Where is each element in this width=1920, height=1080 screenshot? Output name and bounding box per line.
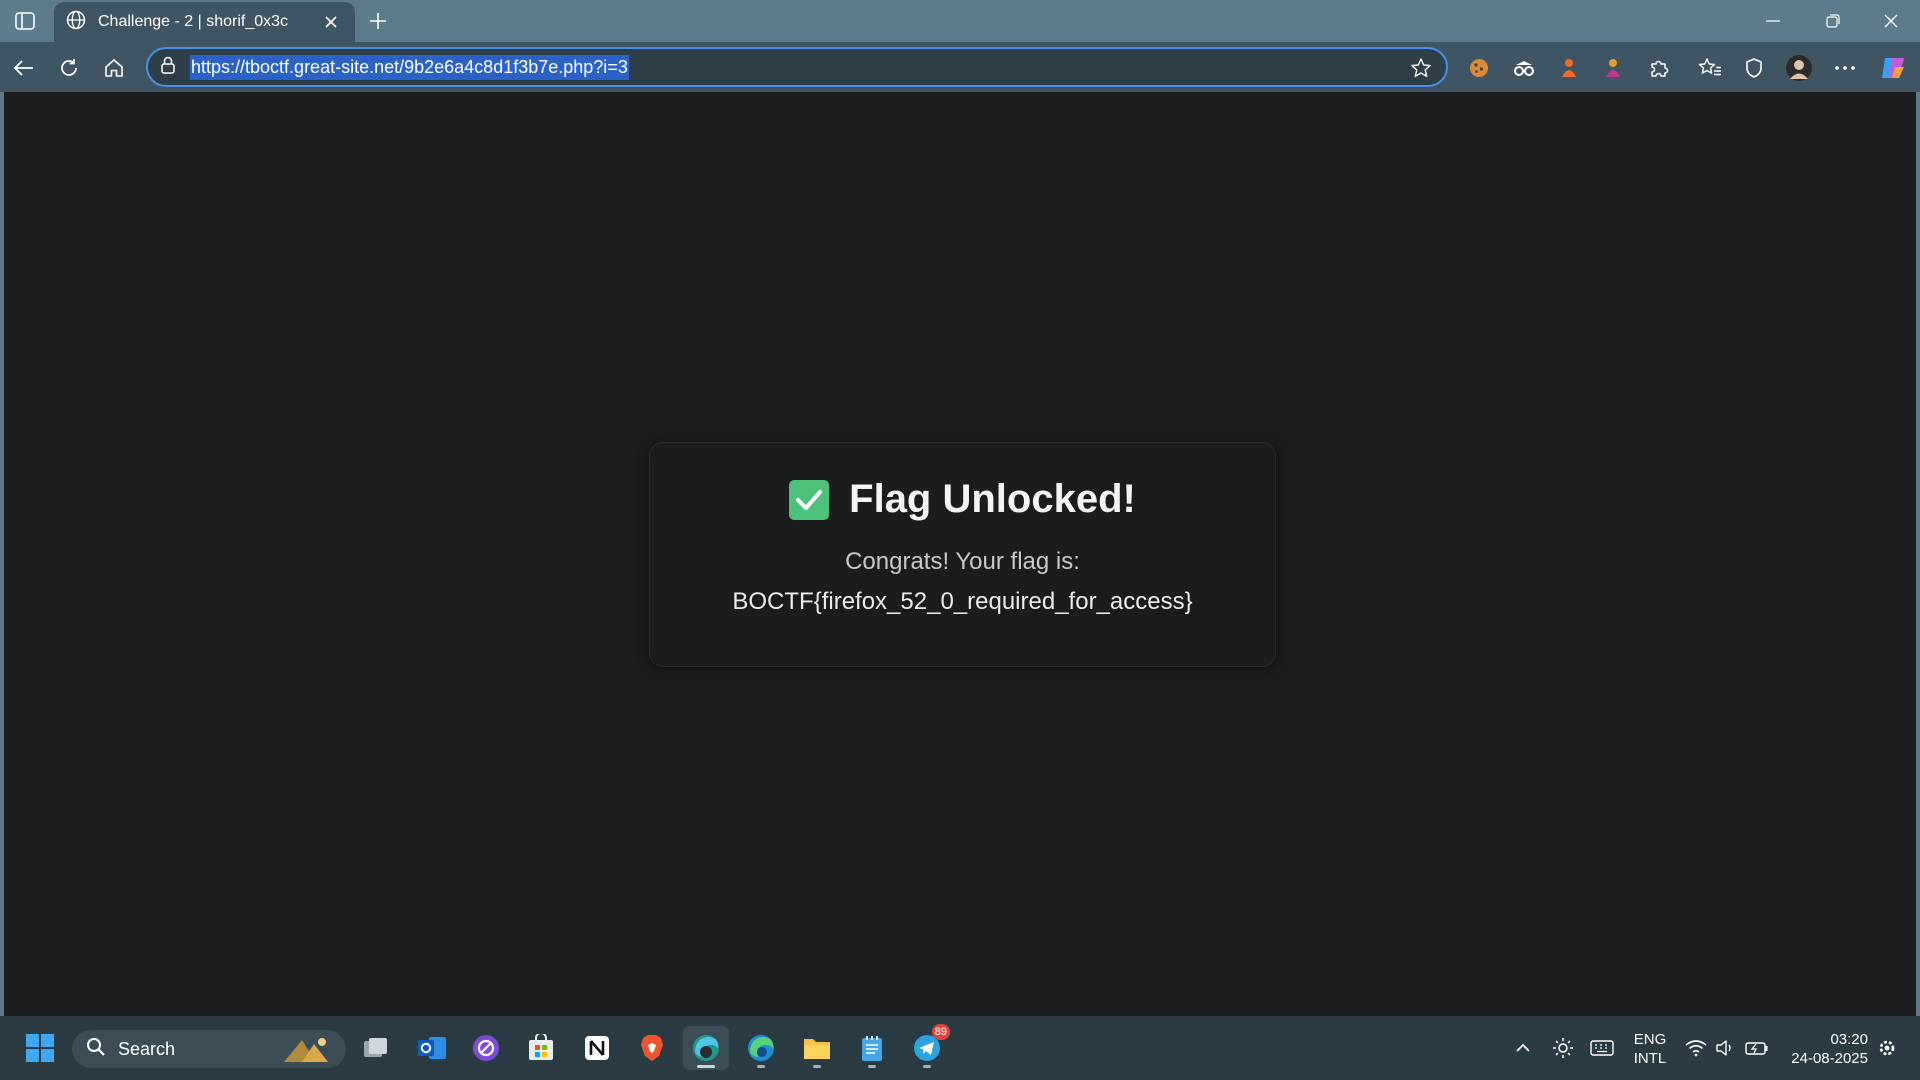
volume-icon[interactable] <box>1713 1032 1737 1064</box>
telegram-icon[interactable]: 89 <box>904 1024 950 1070</box>
cookie-extension-icon[interactable] <box>1464 53 1494 83</box>
clock-time: 03:20 <box>1830 1031 1868 1048</box>
more-options-icon[interactable] <box>1830 53 1860 83</box>
flag-heading: Flag Unlocked! <box>849 477 1136 521</box>
search-highlight-illustration-icon <box>280 1034 336 1069</box>
tab-title: Challenge - 2 | shorif_0x3c <box>98 13 289 30</box>
running-indicator <box>757 1065 765 1068</box>
new-tab-button[interactable] <box>362 5 394 37</box>
task-view-icon[interactable] <box>353 1026 399 1070</box>
taskbar: Search 89 ENG INTL 03:20 24-08-2025 <box>0 1016 1920 1080</box>
language-code: ENG <box>1633 1031 1667 1048</box>
address-bar[interactable]: https://tboctf.great-site.net/9b2e6a4c8d… <box>146 47 1448 87</box>
taskbar-search[interactable]: Search <box>72 1030 346 1068</box>
running-indicator <box>868 1065 876 1068</box>
spy-glasses-extension-icon[interactable] <box>1509 53 1539 83</box>
microsoft-store-icon[interactable] <box>518 1026 564 1070</box>
search-label: Search <box>118 1038 176 1059</box>
shield-icon[interactable] <box>1739 53 1769 83</box>
browser-title-bar: Challenge - 2 | shorif_0x3c <box>0 0 1920 42</box>
edge-profile-icon-active[interactable] <box>683 1026 729 1070</box>
keyboard-icon[interactable] <box>1588 1032 1616 1064</box>
notification-settings-icon[interactable] <box>1874 1032 1900 1064</box>
back-arrow-icon[interactable] <box>7 51 41 85</box>
minimize-button[interactable] <box>1744 0 1802 42</box>
lock-icon[interactable] <box>160 56 176 79</box>
extensions-puzzle-icon[interactable] <box>1644 53 1674 83</box>
keyboard-layout: INTL <box>1633 1050 1667 1067</box>
flag-text: BOCTF{firefox_52_0_required_for_access} <box>732 588 1193 615</box>
system-clock[interactable]: 03:20 24-08-2025 <box>1778 1030 1868 1068</box>
home-icon[interactable] <box>97 51 131 85</box>
clock-date: 24-08-2025 <box>1791 1050 1868 1067</box>
start-windows-icon[interactable] <box>17 1026 63 1070</box>
notification-badge: 89 <box>931 1024 950 1040</box>
active-indicator <box>697 1065 715 1068</box>
flag-card: Flag Unlocked! Congrats! Your flag is: B… <box>649 442 1276 667</box>
notepad-icon[interactable] <box>849 1026 895 1070</box>
brightness-icon[interactable] <box>1550 1032 1576 1064</box>
profile-avatar[interactable] <box>1784 53 1814 83</box>
close-tab-icon[interactable] <box>319 10 343 34</box>
wifi-icon[interactable] <box>1683 1032 1709 1064</box>
orange-figure-extension-icon[interactable] <box>1554 53 1584 83</box>
congrats-message: Congrats! Your flag is: <box>845 548 1080 575</box>
check-mark-icon <box>789 479 830 520</box>
notion-icon[interactable] <box>574 1026 620 1070</box>
favorites-icon[interactable] <box>1695 53 1725 83</box>
url-text[interactable]: https://tboctf.great-site.net/9b2e6a4c8d… <box>190 54 629 80</box>
copilot-icon[interactable] <box>1878 53 1908 83</box>
purple-app-icon[interactable] <box>463 1026 509 1070</box>
input-language-indicator[interactable]: ENG INTL <box>1628 1030 1672 1068</box>
battery-icon[interactable] <box>1743 1032 1771 1064</box>
page-viewport: Flag Unlocked! Congrats! Your flag is: B… <box>4 92 1916 1016</box>
brave-browser-icon[interactable] <box>629 1026 675 1070</box>
search-icon <box>86 1037 106 1062</box>
running-indicator <box>813 1065 821 1068</box>
outlook-icon[interactable] <box>409 1026 455 1070</box>
favorite-star-icon[interactable] <box>1410 57 1432 84</box>
sidebar-toggle-icon[interactable] <box>8 7 42 35</box>
browser-toolbar: https://tboctf.great-site.net/9b2e6a4c8d… <box>0 42 1920 92</box>
running-indicator <box>923 1065 931 1068</box>
tab-active[interactable]: Challenge - 2 | shorif_0x3c <box>54 2 355 42</box>
file-explorer-icon[interactable] <box>794 1026 840 1070</box>
edge-browser-icon[interactable] <box>738 1026 784 1070</box>
color-figure-extension-icon[interactable] <box>1598 53 1628 83</box>
close-window-button[interactable] <box>1862 0 1920 42</box>
globe-icon <box>66 10 86 35</box>
refresh-icon[interactable] <box>52 51 86 85</box>
restore-button[interactable] <box>1804 0 1862 42</box>
chevron-up-icon[interactable] <box>1512 1032 1534 1064</box>
card-heading-row: Flag Unlocked! <box>650 477 1275 522</box>
